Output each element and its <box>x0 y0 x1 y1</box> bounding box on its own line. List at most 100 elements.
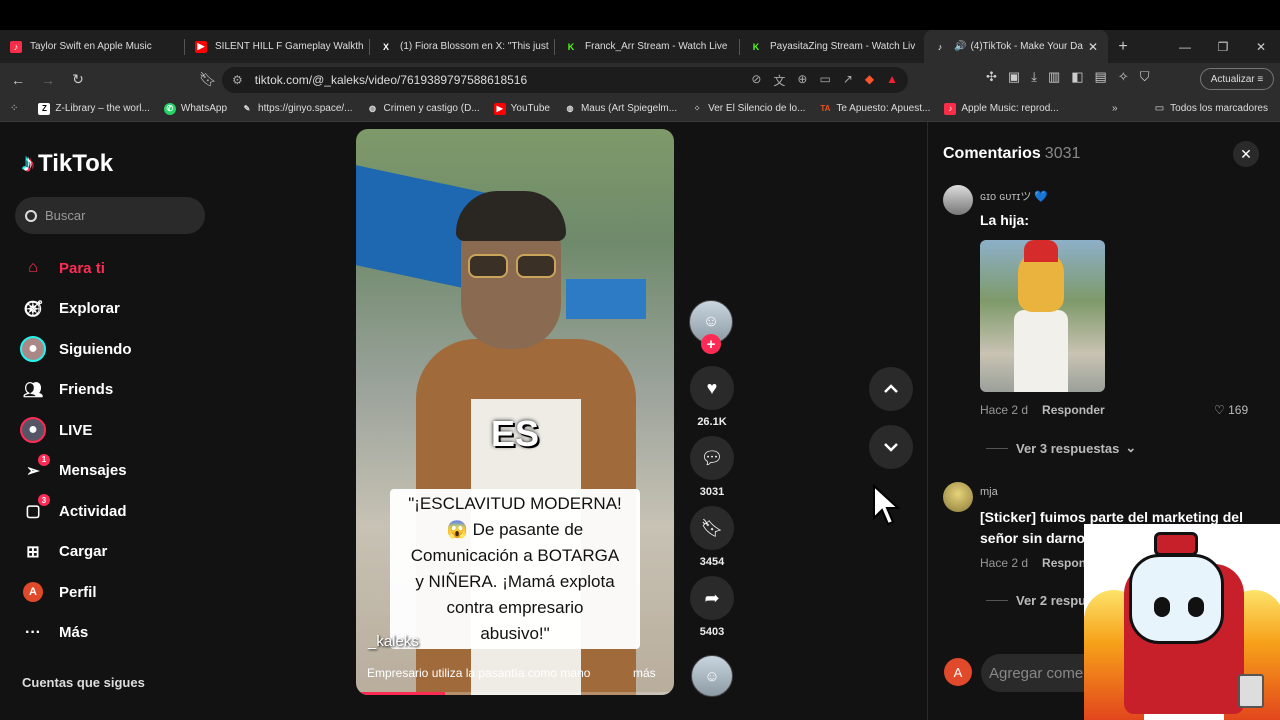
library-icon[interactable]: ▥ <box>1048 69 1060 85</box>
comment-icon[interactable]: 💬︎ <box>690 436 734 480</box>
heart-icon[interactable]: ♥ <box>690 366 734 410</box>
comment-action[interactable]: 💬︎ 3031 <box>689 436 735 498</box>
screenshot-icon[interactable]: ▣ <box>1008 69 1020 85</box>
no-eye-icon[interactable]: ⊘ <box>751 72 761 89</box>
save-action[interactable]: 🔖︎ 3454 <box>689 506 735 568</box>
video-overlay-word: ES <box>490 413 540 454</box>
back-icon[interactable]: ← <box>6 72 30 88</box>
close-comments-button[interactable]: ✕ <box>1233 141 1259 167</box>
bookmark-whatsapp[interactable]: ✆ WhatsApp <box>163 102 227 115</box>
comment-like[interactable]: ♡ 169 <box>1214 403 1248 417</box>
tab-apple-music[interactable]: ♪ Taylor Swift en Apple Music <box>0 30 184 63</box>
previous-video-button[interactable] <box>869 367 913 411</box>
nav-explorar[interactable]: 🧭︎ Explorar <box>20 289 132 330</box>
comment-username[interactable]: mja <box>980 486 998 498</box>
zoom-icon[interactable]: ⊕ <box>797 72 807 89</box>
creator-avatar[interactable]: ☺ + <box>689 300 735 354</box>
profile-icon: A <box>20 579 46 605</box>
logo-text: TikTok <box>38 150 114 177</box>
site-info-icon[interactable]: ⚙ <box>232 73 243 87</box>
reload-icon[interactable]: ↻ <box>66 71 90 88</box>
address-bar[interactable]: ⚙ tiktok.com/@_kaleks/video/761938979758… <box>222 67 908 93</box>
reply-button[interactable]: Responder <box>1042 403 1105 417</box>
tab-kick-franck[interactable]: K Franck_Arr Stream - Watch Live <box>555 30 739 63</box>
commenter-avatar[interactable] <box>943 185 973 215</box>
tab-youtube[interactable]: ▶ SILENT HILL F Gameplay Walkth <box>185 30 369 63</box>
wallet-icon[interactable]: ▤ <box>1095 69 1107 85</box>
nav-para-ti[interactable]: ⌂ Para ti <box>20 248 132 289</box>
update-button[interactable]: Actualizar ≡ <box>1200 68 1274 90</box>
cast-icon[interactable]: ▭ <box>819 72 830 89</box>
share-arrow-icon[interactable]: ➦ <box>690 576 734 620</box>
nav-perfil[interactable]: A Perfil <box>20 572 132 613</box>
leo-icon[interactable]: ✧ <box>1118 69 1129 85</box>
share-icon[interactable]: ↗ <box>843 72 853 89</box>
tab-title: PayasitaZing Stream - Watch Liv <box>770 41 916 52</box>
sunglasses <box>468 254 556 278</box>
nav-friends[interactable]: 👥︎ Friends <box>20 370 132 411</box>
nav-actividad[interactable]: ▢ 3 Actividad <box>20 491 132 532</box>
search-placeholder: Buscar <box>45 208 86 223</box>
translate-icon[interactable]: 文 <box>773 72 785 89</box>
nav-cargar[interactable]: ⊞ Cargar <box>20 532 132 573</box>
comment-image[interactable] <box>980 240 1105 392</box>
bookmark-zlibrary[interactable]: Z Z-Library – the worl... <box>38 102 150 115</box>
share-action[interactable]: ➦ 5403 <box>689 576 735 638</box>
browser-toolbar: ← → ↻ 🔖︎ ⚙ tiktok.com/@_kaleks/video/761… <box>0 63 1280 96</box>
window-controls: — ❐ ✕ <box>1166 30 1280 63</box>
tab-tiktok[interactable]: ♪ 🔊 (4)TikTok - Make Your Da ✕ <box>924 30 1108 63</box>
view-replies-button[interactable]: Ver 2 respu <box>986 593 1086 608</box>
bookmark-ginyo[interactable]: ✎ https://ginyo.space/... <box>241 103 353 115</box>
bookmark-maus[interactable]: ◍ Maus (Art Spiegelm... <box>564 103 677 115</box>
video-progress-bar[interactable] <box>356 692 674 695</box>
bookmark-icon[interactable]: 🔖︎ <box>690 506 734 550</box>
sidebar-icon[interactable]: ◧ <box>1071 69 1083 85</box>
bookmark-label: Te Apuesto: Apuest... <box>836 103 931 114</box>
more-link[interactable]: más <box>633 666 656 680</box>
vpn-icon[interactable]: ⛉ <box>1140 69 1150 85</box>
bookmark-crimen[interactable]: ◍ Crimen y castigo (D... <box>367 103 480 115</box>
search-input[interactable]: Buscar <box>15 197 205 234</box>
bookmark-applemusic[interactable]: ♪ Apple Music: reprod... <box>944 102 1059 115</box>
bookmark-label: Crimen y castigo (D... <box>383 103 480 114</box>
nav-siguiendo[interactable]: ● Siguiendo <box>20 329 132 370</box>
tiktok-logo[interactable]: ♪ TikTok <box>22 150 113 178</box>
view-replies-button[interactable]: Ver 3 respuestas ⌄ <box>986 440 1136 456</box>
tab-x[interactable]: X (1) Fiora Blossom en X: "This just <box>370 30 554 63</box>
my-avatar[interactable]: A <box>944 658 972 686</box>
follow-plus-icon[interactable]: + <box>701 334 721 354</box>
bookmark-teapuesto[interactable]: TA Te Apuesto: Apuest... <box>819 103 930 115</box>
music-disc-avatar[interactable]: ☺ <box>691 655 733 697</box>
brave-shield-icon[interactable]: ◆ <box>865 72 874 89</box>
comment-username[interactable]: ɢɪᴏ ɢᴜᴛɪツ 💙 <box>980 188 1048 204</box>
next-video-button[interactable] <box>869 425 913 469</box>
close-icon: ✕ <box>1240 145 1252 162</box>
bookmark-page-icon[interactable]: 🔖︎ <box>196 71 220 88</box>
tab-kick-payasita[interactable]: K PayasitaZing Stream - Watch Liv <box>740 30 924 63</box>
download-icon[interactable]: ⤓ <box>1031 69 1037 85</box>
tiktok-icon: ♪ <box>937 41 943 52</box>
forward-icon[interactable]: → <box>36 72 60 88</box>
rewards-icon[interactable]: ▲ <box>886 72 898 89</box>
video-player[interactable]: ES "¡ESCLAVITUD MODERNA! 😱 De pasante de… <box>356 129 674 695</box>
like-action[interactable]: ♥ 26.1K <box>689 366 735 428</box>
apps-icon[interactable]: ⁘ <box>10 103 18 114</box>
more-bookmarks-icon[interactable]: » <box>1112 103 1118 114</box>
close-window-icon[interactable]: ✕ <box>1242 40 1280 54</box>
new-tab-button[interactable]: + <box>1108 38 1138 56</box>
commenter-avatar[interactable] <box>943 482 973 512</box>
close-tab-icon[interactable]: ✕ <box>1088 40 1098 54</box>
bookmark-silencio[interactable]: ⁘ Ver El Silencio de lo... <box>691 103 806 115</box>
maximize-icon[interactable]: ❐ <box>1204 40 1242 54</box>
nav-mas[interactable]: ··· Más <box>20 613 132 654</box>
all-bookmarks[interactable]: ▭ Todos los marcadores <box>1155 103 1268 114</box>
nav-live[interactable]: ● LIVE <box>20 410 132 451</box>
trash-icon <box>1238 674 1264 708</box>
nav-mensajes[interactable]: ➢ 1 Mensajes <box>20 451 132 492</box>
bookmark-youtube[interactable]: ▶ YouTube <box>493 102 550 115</box>
extensions-icon[interactable]: ✣ <box>986 69 997 85</box>
minimize-icon[interactable]: — <box>1166 40 1204 54</box>
pen-icon: ✎ <box>243 104 251 113</box>
bottle-cap <box>1154 532 1198 556</box>
reply-button[interactable]: Respon <box>1042 556 1086 570</box>
